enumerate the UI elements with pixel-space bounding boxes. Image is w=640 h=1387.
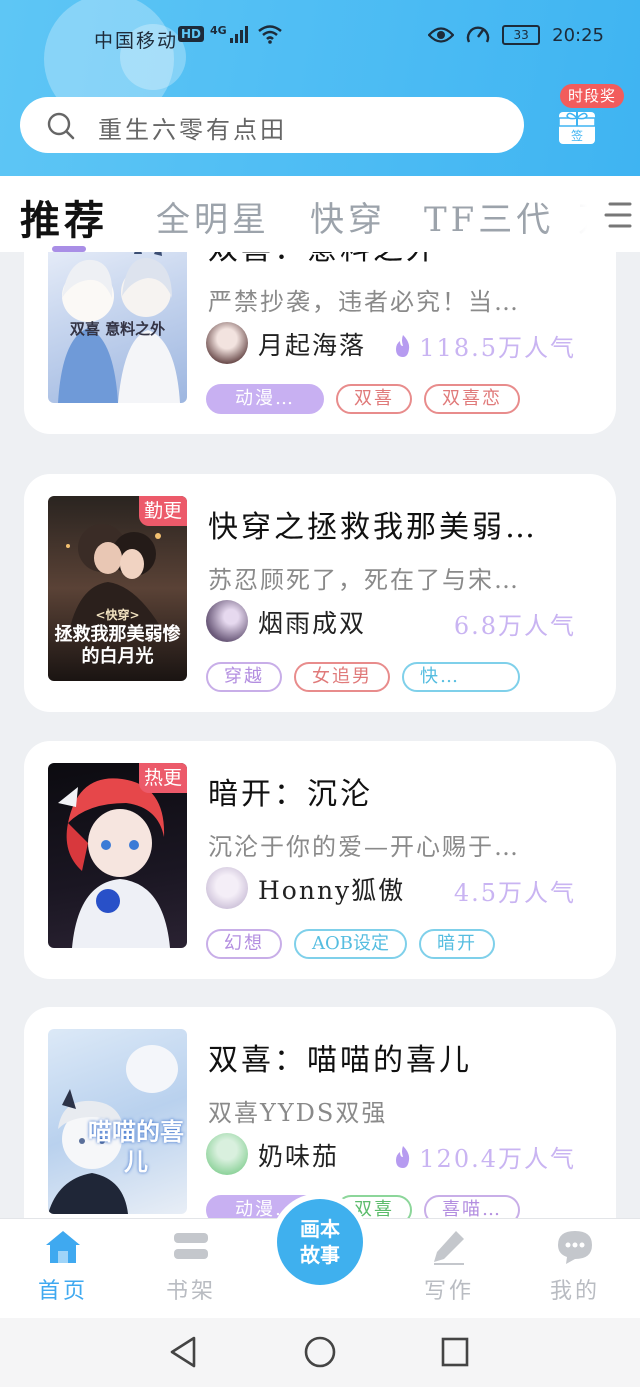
tag-list: 动漫… 双喜 喜喵… bbox=[206, 1195, 520, 1218]
popularity: 6.8万人气 bbox=[454, 606, 576, 641]
nav-bookshelf[interactable]: 书架 bbox=[146, 1229, 236, 1305]
battery-icon: 33 bbox=[502, 25, 541, 45]
popularity: 118.5万人气 bbox=[393, 328, 576, 363]
story-feed[interactable]: 双喜 意料之外 双喜：意料之外 严禁抄袭，违者必究！当… 月起海落 118.5万… bbox=[0, 252, 640, 1218]
nav-label: 首页 bbox=[37, 1279, 88, 1304]
home-icon bbox=[46, 1231, 80, 1263]
cover-subtitle: <快穿> bbox=[95, 608, 140, 622]
cover-title: 拯救我那美弱惨的白月光 bbox=[54, 624, 181, 667]
sign-label: 签 bbox=[570, 129, 583, 143]
story-card[interactable]: 热更 暗开：沉沦 沉沦于你的爱—开心赐于… Honny狐傲 4.5万人气 幻想 … bbox=[24, 741, 616, 979]
nav-home[interactable]: 首页 bbox=[18, 1229, 108, 1305]
menu-icon[interactable] bbox=[604, 200, 632, 230]
gift-icon: 签 bbox=[559, 112, 595, 144]
hd-badge: HD bbox=[178, 26, 205, 42]
story-cover: 双喜 意料之外 bbox=[48, 252, 187, 403]
bottom-nav: 首页 书架 画本 故事 写作 我的 bbox=[0, 1199, 640, 1318]
category-tabs: 推荐 全明星 快穿 TF三代 万 bbox=[0, 176, 640, 252]
tab-tf-third-gen[interactable]: TF三代 bbox=[424, 192, 554, 241]
tab-all-stars[interactable]: 全明星 bbox=[156, 192, 270, 241]
story-cover: 喵喵的喜儿 bbox=[48, 1029, 187, 1214]
tag-list: 动漫… 双喜 双喜恋 bbox=[206, 384, 520, 414]
tag-list: 穿越 女追男 快… bbox=[206, 662, 520, 692]
bookshelf-icon bbox=[174, 1233, 208, 1259]
popularity: 120.4万人气 bbox=[393, 1139, 576, 1174]
story-description: 沉沦于你的爱—开心赐于… bbox=[208, 833, 520, 861]
story-description: 双喜YYDS双强 bbox=[208, 1099, 388, 1127]
header: 中国移动 HD 4G 33 20:25 重生六零有点田 时段奖 签 bbox=[0, 0, 640, 176]
center-button-line2: 故事 bbox=[300, 1243, 340, 1267]
picture-story-button[interactable]: 画本 故事 bbox=[277, 1199, 363, 1285]
story-description: 苏忍顾死了，死在了与宋… bbox=[208, 566, 520, 594]
nav-profile[interactable]: 我的 bbox=[530, 1229, 620, 1305]
nav-label: 书架 bbox=[165, 1279, 216, 1304]
story-title: 双喜：喵喵的喜儿 bbox=[208, 1043, 472, 1078]
author-name[interactable]: Honny狐傲 bbox=[258, 871, 405, 907]
tag[interactable]: AOB设定 bbox=[294, 929, 407, 959]
author-avatar[interactable] bbox=[206, 600, 248, 642]
search-icon bbox=[47, 112, 75, 140]
popularity: 4.5万人气 bbox=[454, 873, 576, 908]
story-title: 双喜：意料之外 bbox=[208, 252, 588, 268]
tag[interactable]: 女追男 bbox=[294, 662, 390, 692]
reward-badge: 时段奖 bbox=[560, 84, 624, 108]
speed-icon bbox=[466, 26, 490, 43]
search-placeholder: 重生六零有点田 bbox=[98, 116, 287, 144]
pen-icon bbox=[434, 1231, 464, 1265]
popularity-count: 120.4万人气 bbox=[419, 1145, 576, 1173]
tag[interactable]: 暗开 bbox=[418, 929, 495, 959]
story-card[interactable]: 双喜 意料之外 双喜：意料之外 严禁抄袭，违者必究！当… 月起海落 118.5万… bbox=[24, 252, 616, 434]
author-avatar[interactable] bbox=[206, 867, 248, 909]
status-bar: 中国移动 HD 4G 33 20:25 bbox=[0, 18, 640, 58]
home-button-icon[interactable] bbox=[302, 1334, 338, 1370]
story-title: 快穿之拯救我那美弱… bbox=[208, 510, 538, 545]
signal-icon bbox=[229, 26, 248, 43]
tag[interactable]: 喜喵… bbox=[424, 1195, 520, 1218]
back-icon[interactable] bbox=[168, 1334, 198, 1370]
flame-icon bbox=[396, 334, 410, 357]
tag[interactable]: 双喜恋 bbox=[424, 384, 520, 414]
nav-label: 我的 bbox=[549, 1279, 600, 1304]
chat-bubble-icon bbox=[558, 1231, 592, 1264]
popularity-count: 4.5万人气 bbox=[453, 879, 576, 907]
update-badge: 勤更 bbox=[139, 496, 187, 526]
nav-label: 写作 bbox=[423, 1279, 474, 1304]
center-button-line1: 画本 bbox=[300, 1217, 340, 1241]
update-badge: 热更 bbox=[139, 763, 187, 793]
tab-quick-travel[interactable]: 快穿 bbox=[310, 192, 386, 241]
clock: 20:25 bbox=[552, 24, 604, 46]
popularity-count: 6.8万人气 bbox=[453, 612, 576, 640]
wifi-icon bbox=[257, 25, 282, 44]
carrier-label: 中国移动 bbox=[94, 30, 179, 52]
story-title: 暗开：沉沦 bbox=[208, 777, 373, 812]
search-bar[interactable]: 重生六零有点田 bbox=[20, 97, 524, 153]
flame-icon bbox=[396, 1145, 410, 1168]
network-label: 4G bbox=[210, 24, 227, 37]
story-cover: 热更 bbox=[48, 763, 187, 948]
story-card[interactable]: 勤更 <快穿> 拯救我那美弱惨的白月光 快穿之拯救我那美弱… 苏忍顾死了，死在了… bbox=[24, 474, 616, 712]
tag[interactable]: 幻想 bbox=[206, 929, 282, 959]
story-description: 严禁抄袭，违者必究！当… bbox=[208, 288, 520, 316]
cover-title: 喵喵的喜儿 bbox=[88, 1117, 184, 1176]
author-avatar[interactable] bbox=[206, 1133, 248, 1175]
tag[interactable]: 双喜 bbox=[336, 384, 412, 414]
system-navigation-bar bbox=[0, 1318, 640, 1387]
sign-in-button[interactable]: 时段奖 签 bbox=[552, 80, 626, 154]
tab-recommend[interactable]: 推荐 bbox=[20, 188, 108, 246]
tag[interactable]: 动漫… bbox=[206, 384, 324, 414]
tag[interactable]: 快… bbox=[402, 662, 520, 692]
story-card[interactable]: 喵喵的喜儿 双喜：喵喵的喜儿 双喜YYDS双强 奶味茄 120.4万人气 动漫…… bbox=[24, 1007, 616, 1218]
tag-list: 幻想 AOB设定 暗开 bbox=[206, 929, 495, 959]
author-name[interactable]: 奶味茄 bbox=[258, 1137, 339, 1173]
author-name[interactable]: 月起海落 bbox=[258, 326, 366, 362]
story-cover: 勤更 <快穿> 拯救我那美弱惨的白月光 bbox=[48, 496, 187, 681]
tag[interactable]: 穿越 bbox=[206, 662, 282, 692]
nav-write[interactable]: 写作 bbox=[404, 1229, 494, 1305]
recents-icon[interactable] bbox=[440, 1334, 470, 1370]
eye-icon bbox=[428, 27, 455, 43]
popularity-count: 118.5万人气 bbox=[419, 334, 576, 362]
author-name[interactable]: 烟雨成双 bbox=[258, 604, 366, 640]
cover-title: 双喜 意料之外 bbox=[69, 320, 166, 338]
author-avatar[interactable] bbox=[206, 322, 248, 364]
